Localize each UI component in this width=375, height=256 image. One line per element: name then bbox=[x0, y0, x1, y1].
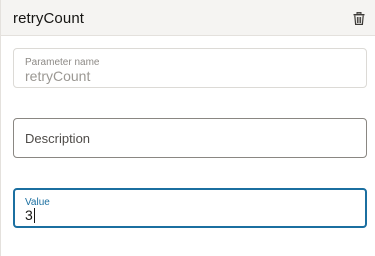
panel-title: retryCount bbox=[13, 10, 85, 27]
text-caret bbox=[33, 208, 35, 223]
value-input[interactable]: Value 3 bbox=[13, 188, 367, 228]
parameter-panel: retryCount Parameter name retryCount Des… bbox=[0, 0, 375, 256]
delete-button[interactable] bbox=[352, 10, 366, 26]
value-text: 3 bbox=[25, 207, 35, 223]
description-input[interactable]: Description bbox=[13, 118, 367, 158]
panel-header: retryCount bbox=[1, 0, 375, 36]
parameter-name-value: retryCount bbox=[25, 68, 91, 84]
description-placeholder: Description bbox=[25, 131, 91, 146]
trash-icon bbox=[353, 11, 365, 25]
parameter-name-field: Parameter name retryCount bbox=[13, 48, 367, 88]
value-current: 3 bbox=[25, 207, 33, 223]
parameter-name-label: Parameter name bbox=[25, 57, 100, 68]
